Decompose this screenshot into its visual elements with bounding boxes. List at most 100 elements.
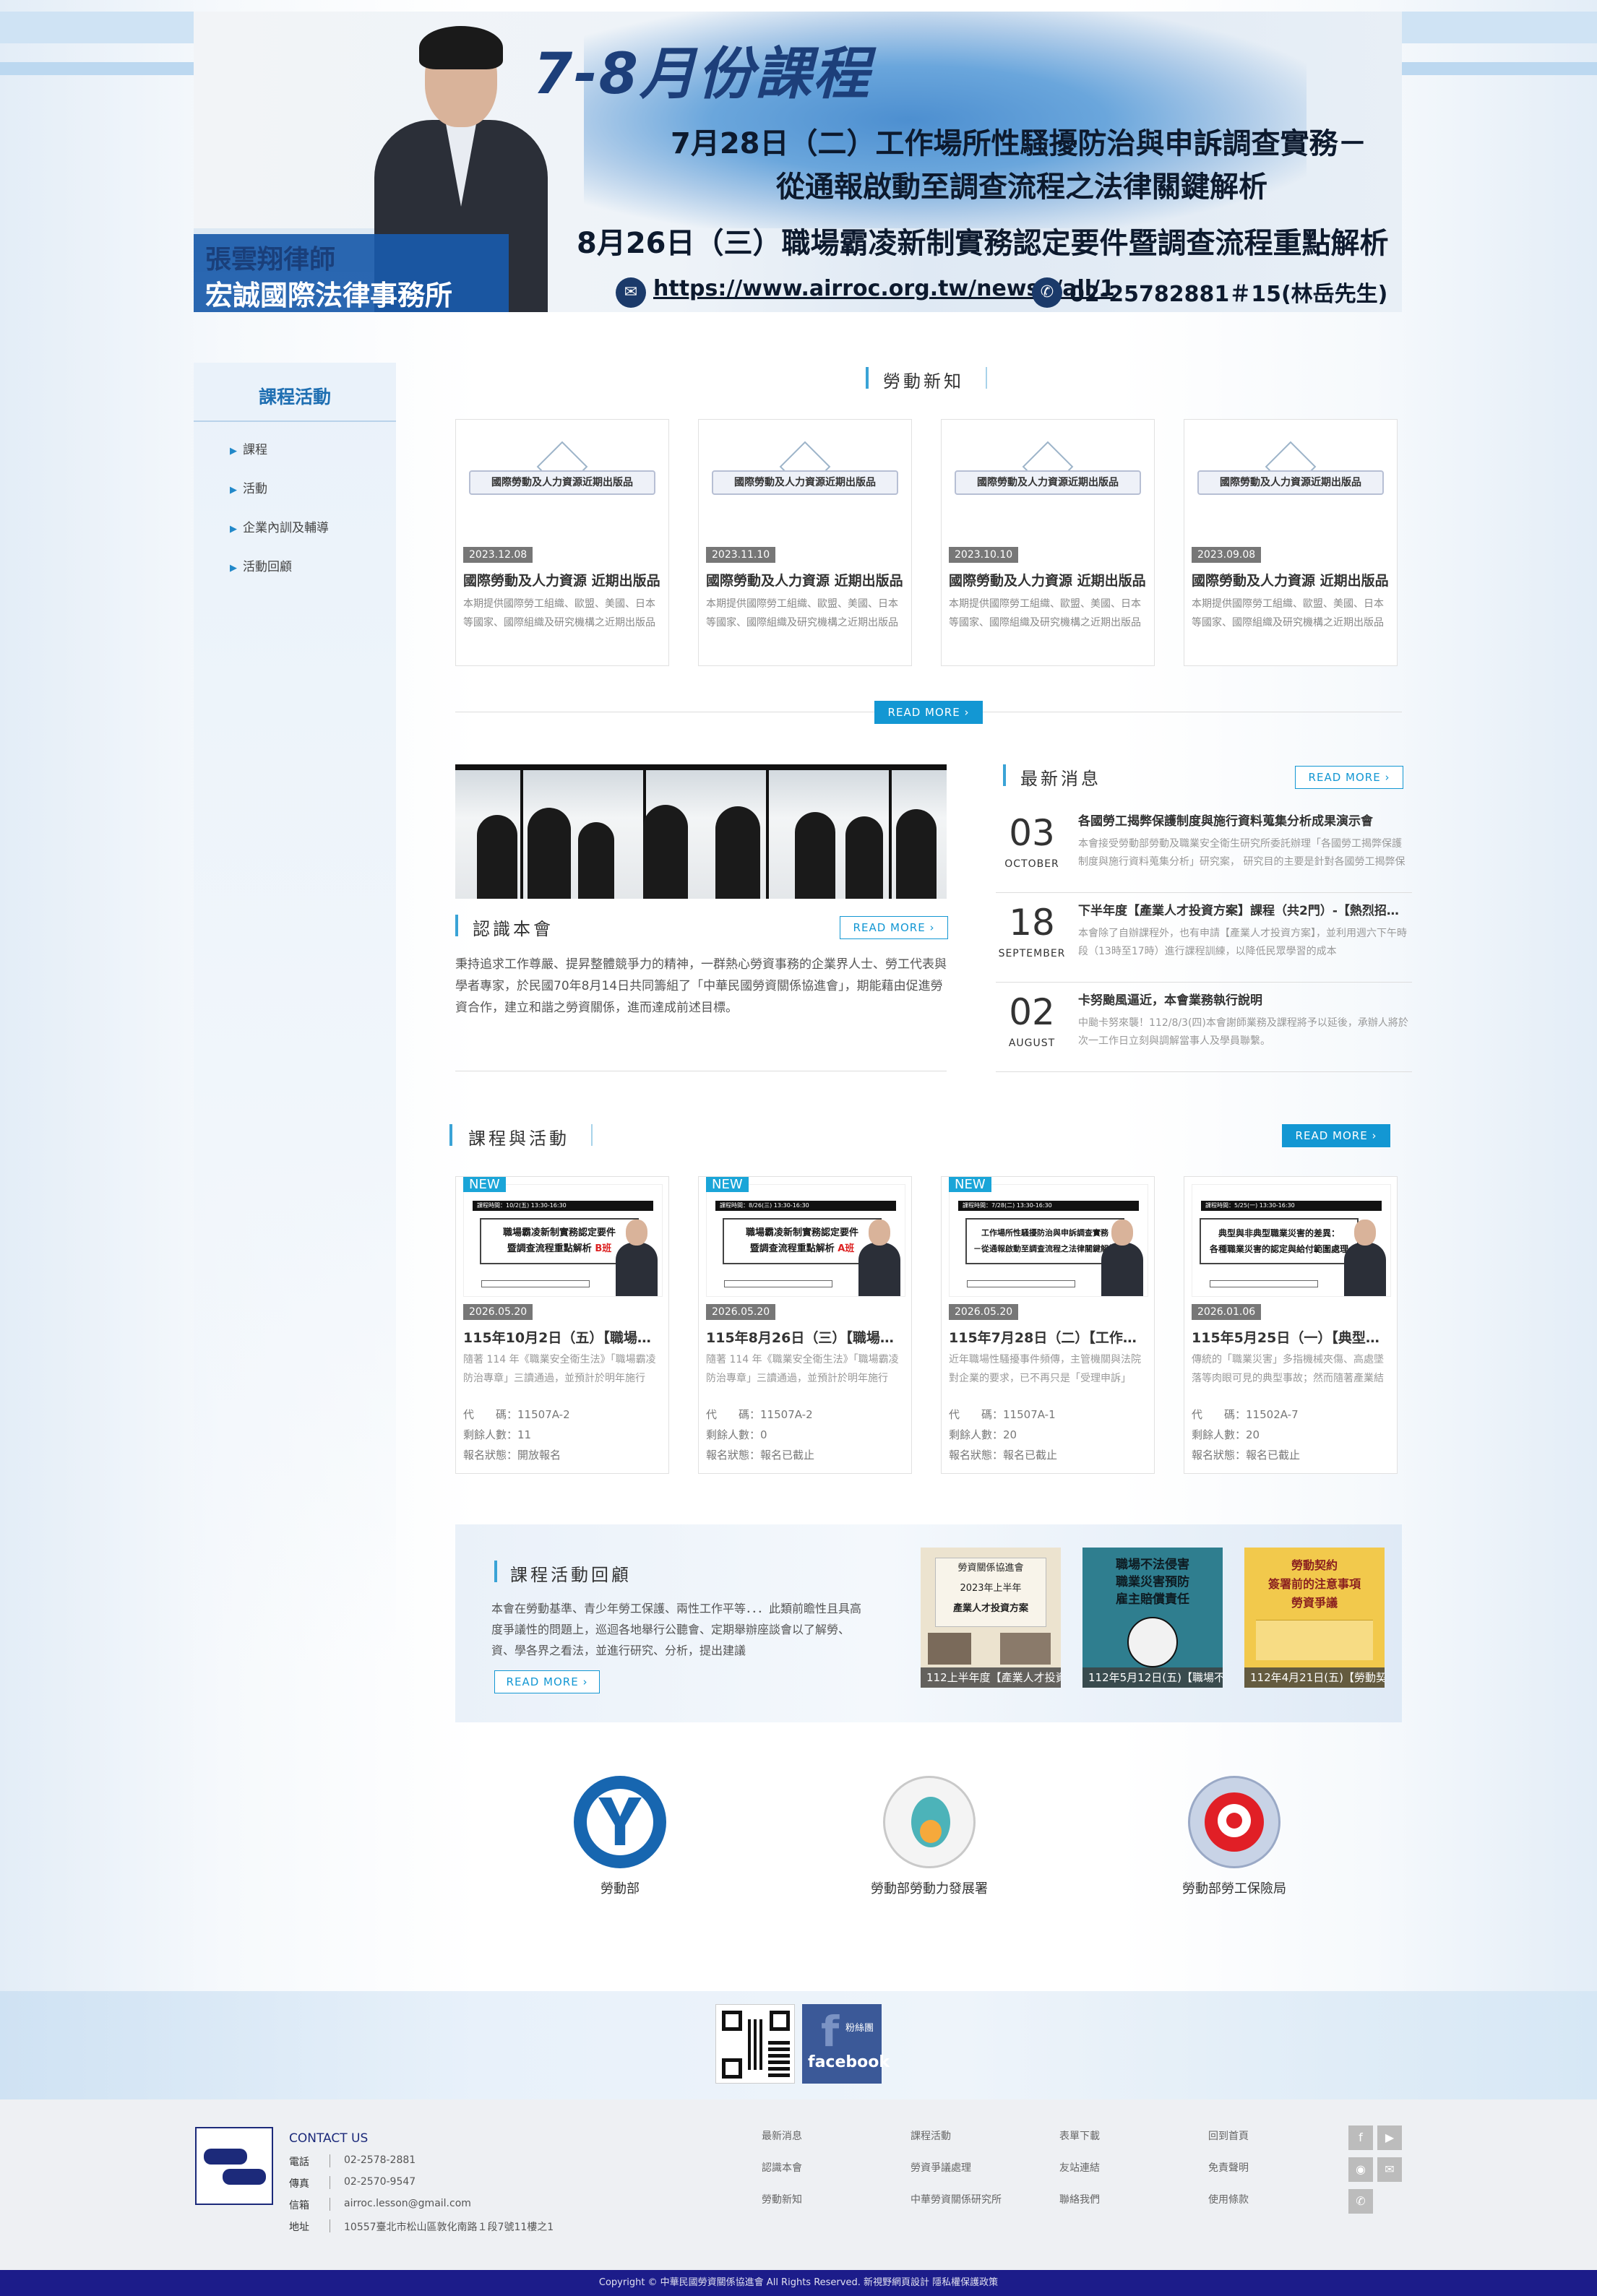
course-seats: 剩餘人數：20 [1192, 1428, 1260, 1441]
news-card[interactable]: 國際勞動及人力資源近期出版品 2023.11.10 國際勞動及人力資源 近期出版… [698, 419, 912, 666]
youtube-icon[interactable]: ▶ [1377, 2125, 1402, 2150]
review-image[interactable]: 勞動契約 簽署前的注意事項 勞資爭議 112年4月21日(五)【勞動契約】 [1244, 1548, 1385, 1688]
thumb-line-2: 暨調查流程重點解析 [749, 1243, 835, 1254]
news-date: 2023.12.08 [463, 547, 533, 563]
phone-icon[interactable]: ✆ [1348, 2189, 1373, 2214]
heading-bar [591, 1124, 593, 1146]
lawyer-avatar [616, 1220, 658, 1296]
poster-line: 職場不法侵害 [1116, 1558, 1189, 1572]
news-title: 國際勞動及人力資源 近期出版品 [463, 573, 660, 589]
course-date: 2026.05.20 [706, 1304, 776, 1320]
chevron-right-icon: ▶ [230, 563, 237, 574]
news-date: 2023.11.10 [706, 547, 776, 563]
footer-link[interactable]: 使用條款 [1208, 2192, 1249, 2206]
review-text: 本會在勞動基準、青少年勞工保護、兩性工作平等．．．此類前瞻性且具高度爭議性的問題… [491, 1602, 862, 1657]
news-card[interactable]: 國際勞動及人力資源近期出版品 2023.10.10 國際勞動及人力資源 近期出版… [941, 419, 1155, 666]
facebook-icon[interactable]: f [1348, 2125, 1373, 2150]
line-icon[interactable]: ◉ [1348, 2157, 1373, 2182]
news-thumbnail: 國際勞動及人力資源近期出版品 [955, 441, 1141, 515]
mail-icon[interactable]: ✉ [1377, 2157, 1402, 2182]
course-date: 2026.05.20 [463, 1304, 533, 1320]
sidebar-item-course[interactable]: ▶ 課程 [230, 439, 267, 457]
course-code: 代 碼：11507A-1 [949, 1408, 1056, 1421]
bli-logo[interactable] [1188, 1776, 1280, 1868]
news-day: 03 [1009, 812, 1055, 854]
course-thumbnail: 課程時間：7/28(二) 13:30-16:30 工作場所性騷擾防治與申訴調查實… [949, 1184, 1148, 1297]
footer-link[interactable]: 認識本會 [762, 2160, 802, 2175]
course-card[interactable]: NEW 課程時間：7/28(二) 13:30-16:30 工作場所性騷擾防治與申… [941, 1176, 1155, 1474]
course-seats: 剩餘人數：11 [463, 1428, 532, 1441]
news-card[interactable]: 國際勞動及人力資源近期出版品 2023.12.08 國際勞動及人力資源 近期出版… [455, 419, 669, 666]
new-badge: NEW [706, 1177, 749, 1192]
site-logo[interactable] [195, 2127, 273, 2205]
partner-label: 勞動部 [601, 1881, 640, 1896]
heading-bar [1003, 764, 1006, 786]
sidebar: 課程活動 ▶ 課程 ▶ 活動 ▶ 企業內訓及輔導 ▶ 活動回顧 [194, 363, 396, 1663]
sidebar-item-review[interactable]: ▶ 活動回顧 [230, 556, 292, 574]
thumb-footer [481, 1280, 590, 1287]
thumb-time: 課程時間：10/2(五) 13:30-16:30 [473, 1201, 653, 1211]
course-thumbnail: 課程時間：8/26(三) 13:30-16:30 職場霸凌新制實務認定要件 暨調查… [706, 1184, 905, 1297]
course-card[interactable]: NEW 課程時間：8/26(三) 13:30-16:30 職場霸凌新制實務認定要… [698, 1176, 912, 1474]
news-thumbnail: 國際勞動及人力資源近期出版品 [712, 441, 898, 515]
footer-link[interactable]: 友站連結 [1059, 2160, 1100, 2175]
footer-link[interactable]: 免責聲明 [1208, 2160, 1249, 2175]
news-thumbnail: 國際勞動及人力資源近期出版品 [469, 441, 655, 515]
new-badge: NEW [949, 1177, 991, 1192]
sidebar-item-activity[interactable]: ▶ 活動 [230, 478, 267, 496]
hero-banner[interactable]: 張雲翔律師 宏誠國際法律事務所 7-8月份課程 7月28日（二）工作場所性騷擾防… [194, 12, 1402, 312]
about-read-more-button[interactable]: READ MORE › [840, 916, 948, 939]
course-card[interactable]: NEW 課程時間：10/2(五) 13:30-16:30 職場霸凌新制實務認定要… [455, 1176, 669, 1474]
contact-title: CONTACT US [289, 2131, 369, 2146]
footer-link[interactable]: 勞動新知 [762, 2192, 802, 2206]
course-title: 115年8月26日（三）【職場霸凌新制實務認定要件暨調查流程重點解析】 [706, 1330, 905, 1346]
news-day: 18 [1009, 902, 1055, 944]
footer-link[interactable]: 課程活動 [911, 2128, 951, 2143]
news-title: 國際勞動及人力資源 近期出版品 [706, 573, 903, 589]
review-image[interactable]: 職場不法侵害 職業災害預防 雇主賠償責任 112年5月12日(五)【職場不法侵害… [1082, 1548, 1223, 1688]
contact-label: 傳真 [289, 2178, 309, 2190]
contact-phone: 02-2578-2881 [344, 2154, 416, 2166]
banner-stripe-right [1402, 12, 1597, 43]
qr-code[interactable] [715, 2004, 795, 2084]
latest-news-item[interactable]: 03 OCTOBER 各國勞工揭弊保護制度與施行資料蒐集分析成果演示會 本會接受… [996, 803, 1412, 893]
facebook-link[interactable]: f 粉絲團 facebook [802, 2004, 890, 2084]
review-caption: 112上半年度【產業人才投資方案】 [921, 1667, 1061, 1688]
lawyer-avatar [1101, 1220, 1143, 1296]
poster-line: 勞資爭議 [1291, 1596, 1338, 1610]
sidebar-item-training[interactable]: ▶ 企業內訓及輔導 [230, 517, 329, 535]
chevron-right-icon: ▶ [230, 524, 237, 535]
latest-news-item[interactable]: 02 AUGUST 卡努颱風逼近，本會業務執行說明 中颱卡努來襲！112/8/3… [996, 983, 1412, 1072]
footer-link[interactable]: 表單下載 [1059, 2128, 1100, 2143]
review-heading: 課程活動回顧 [510, 1565, 632, 1585]
labor-news-read-more-button[interactable]: READ MORE › [874, 701, 983, 724]
contact-address: 10557臺北市松山區敦化南路１段7號11樓之1 [344, 2222, 554, 2233]
contact-label: 地址 [289, 2222, 309, 2233]
courses-heading: 課程與活動 [468, 1128, 569, 1149]
footer-link[interactable]: 最新消息 [762, 2128, 802, 2143]
footer-link[interactable]: 聯絡我們 [1059, 2192, 1100, 2206]
about-heading: 認識本會 [473, 919, 554, 939]
footer: CONTACT US 電話 02-2578-2881 傳真 02-2570-95… [0, 2099, 1597, 2270]
news-card[interactable]: 國際勞動及人力資源近期出版品 2023.09.08 國際勞動及人力資源 近期出版… [1184, 419, 1398, 666]
wda-logo[interactable] [883, 1776, 976, 1868]
activity-review: 課程活動回顧 本會在勞動基準、青少年勞工保護、兩性工作平等．．．此類前瞻性且具高… [455, 1524, 1402, 1722]
latest-news-item[interactable]: 18 SEPTEMBER 下半年度【產業人才投資方案】課程（共2門）-【熱烈招生… [996, 893, 1412, 983]
course-date: 2026.05.20 [949, 1304, 1019, 1320]
review-image[interactable]: 勞資關係協進會 2023年上半年 產業人才投資方案 112上半年度【產業人才投資… [921, 1548, 1061, 1688]
latest-read-more-button[interactable]: READ MORE › [1295, 766, 1403, 789]
footer-link[interactable]: 勞資爭議處理 [911, 2160, 971, 2175]
news-desc: 本期提供國際勞工組織、歐盟、美國、日本等國家、國際組織及研究機構之近期出版品 [463, 598, 655, 629]
course-title: 115年7月28日（二）【工作場所性騷擾防治與申訴調查實務】 [949, 1330, 1148, 1346]
course-card[interactable]: 課程時間：5/25(一) 13:30-16:30 典型與非典型職業災害的差異： 各… [1184, 1176, 1398, 1474]
mail-icon: ✉ [616, 277, 646, 308]
course-code: 代 碼：11507A-2 [706, 1408, 813, 1421]
contact-email[interactable]: airroc.lesson@gmail.com [344, 2198, 471, 2209]
mol-logo[interactable] [574, 1776, 666, 1868]
news-thumbnail: 國際勞動及人力資源近期出版品 [1197, 441, 1384, 515]
courses-read-more-button[interactable]: READ MORE › [1282, 1124, 1390, 1147]
news-ribbon: 國際勞動及人力資源近期出版品 [712, 470, 898, 495]
review-read-more-button[interactable]: READ MORE › [494, 1670, 600, 1693]
footer-link[interactable]: 回到首頁 [1208, 2128, 1249, 2143]
footer-link[interactable]: 中華勞資關係研究所 [911, 2192, 1002, 2206]
